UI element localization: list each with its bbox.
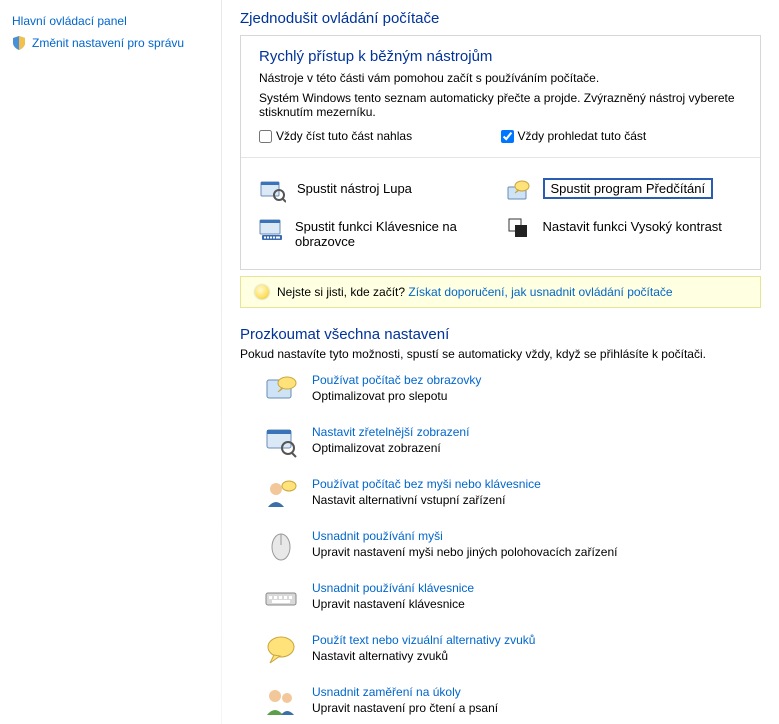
explore-item-focus-tasks: Usnadnit zaměření na úkoly Upravit nasta…: [264, 685, 761, 719]
mouse-icon: [264, 529, 298, 563]
main-content: Zjednodušit ovládání počítače Rychlý pří…: [222, 0, 779, 724]
page-title: Zjednodušit ovládání počítače: [240, 10, 761, 27]
explore-item-mouse: Usnadnit používání myši Upravit nastaven…: [264, 529, 761, 563]
explore-link[interactable]: Nastavit zřetelnější zobrazení: [312, 425, 469, 439]
tool-magnifier[interactable]: Spustit nástroj Lupa: [255, 172, 501, 210]
checkbox-scan-section[interactable]: Vždy prohledat tuto část: [501, 129, 743, 143]
explore-list: Používat počítač bez obrazovky Optimaliz…: [240, 373, 761, 719]
keyboard-icon: [259, 216, 285, 242]
tool-high-contrast[interactable]: Nastavit funkci Vysoký kontrast: [501, 210, 747, 255]
tool-osk[interactable]: Spustit funkci Klávesnice na obrazovce: [255, 210, 501, 255]
quick-access-desc1: Nástroje v této části vám pomohou začít …: [259, 71, 742, 85]
quick-access-title: Rychlý přístup k běžným nástrojům: [259, 48, 742, 65]
explore-link[interactable]: Usnadnit používání klávesnice: [312, 581, 474, 595]
tools-grid: Spustit nástroj Lupa Spustit program Pře…: [241, 158, 760, 269]
no-display-icon: [264, 373, 298, 407]
checkbox-scan-section-label: Vždy prohledat tuto část: [518, 129, 647, 143]
explore-desc-text: Optimalizovat zobrazení: [312, 441, 441, 455]
explore-item-keyboard: Usnadnit používání klávesnice Upravit na…: [264, 581, 761, 615]
explore-desc-text: Upravit nastavení klávesnice: [312, 597, 465, 611]
tip-link[interactable]: Získat doporučení, jak usnadnit ovládání…: [408, 285, 672, 299]
sidebar-home-link[interactable]: Hlavní ovládací panel: [12, 14, 127, 28]
person-speech-icon: [264, 477, 298, 511]
high-contrast-icon: [505, 216, 533, 242]
explore-item-no-display: Používat počítač bez obrazovky Optimaliz…: [264, 373, 761, 407]
sidebar-admin-link[interactable]: Změnit nastavení pro správu: [32, 36, 184, 50]
explore-desc: Pokud nastavíte tyto možnosti, spustí se…: [240, 347, 761, 361]
tool-osk-label: Spustit funkci Klávesnice na obrazovce: [295, 216, 497, 249]
explore-item-sound-alternatives: Použít text nebo vizuální alternativy zv…: [264, 633, 761, 667]
tool-magnifier-label: Spustit nástroj Lupa: [297, 178, 412, 196]
tool-high-contrast-label: Nastavit funkci Vysoký kontrast: [543, 216, 722, 234]
explore-link[interactable]: Usnadnit zaměření na úkoly: [312, 685, 498, 699]
checkbox-read-aloud-label: Vždy číst tuto část nahlas: [276, 129, 412, 143]
checkbox-read-aloud-input[interactable]: [259, 130, 272, 143]
checkbox-read-aloud[interactable]: Vždy číst tuto část nahlas: [259, 129, 501, 143]
keyboard-large-icon: [264, 581, 298, 615]
tip-prefix: Nejste si jisti, kde začít?: [277, 285, 405, 299]
narrator-icon: [505, 178, 533, 204]
explore-title: Prozkoumat všechna nastavení: [240, 326, 761, 343]
explore-item-no-mouse-keyboard: Používat počítač bez myši nebo klávesnic…: [264, 477, 761, 511]
tool-narrator-label: Spustit program Předčítání: [543, 178, 714, 199]
magnifier-icon: [259, 178, 287, 204]
explore-desc-text: Nastavit alternativy zvuků: [312, 649, 448, 663]
sidebar: Hlavní ovládací panel Změnit nastavení p…: [0, 0, 222, 724]
quick-access-panel: Rychlý přístup k běžným nástrojům Nástro…: [240, 35, 761, 270]
explore-desc-text: Nastavit alternativní vstupní zařízení: [312, 493, 505, 507]
people-icon: [264, 685, 298, 719]
display-magnify-icon: [264, 425, 298, 459]
explore-link[interactable]: Používat počítač bez obrazovky: [312, 373, 481, 387]
explore-link[interactable]: Usnadnit používání myši: [312, 529, 618, 543]
checkbox-scan-section-input[interactable]: [501, 130, 514, 143]
explore-desc-text: Upravit nastavení myši nebo jiných poloh…: [312, 545, 618, 559]
quick-access-desc2: Systém Windows tento seznam automaticky …: [259, 91, 742, 119]
tip-bar: Nejste si jisti, kde začít? Získat dopor…: [240, 276, 761, 308]
explore-link[interactable]: Používat počítač bez myši nebo klávesnic…: [312, 477, 541, 491]
speech-bubble-icon: [264, 633, 298, 667]
explore-item-better-display: Nastavit zřetelnější zobrazení Optimaliz…: [264, 425, 761, 459]
tool-narrator[interactable]: Spustit program Předčítání: [501, 172, 747, 210]
lightbulb-icon: [255, 285, 269, 299]
explore-desc-text: Upravit nastavení pro čtení a psaní: [312, 701, 498, 715]
explore-desc-text: Optimalizovat pro slepotu: [312, 389, 447, 403]
shield-icon: [12, 36, 26, 50]
explore-link[interactable]: Použít text nebo vizuální alternativy zv…: [312, 633, 535, 647]
